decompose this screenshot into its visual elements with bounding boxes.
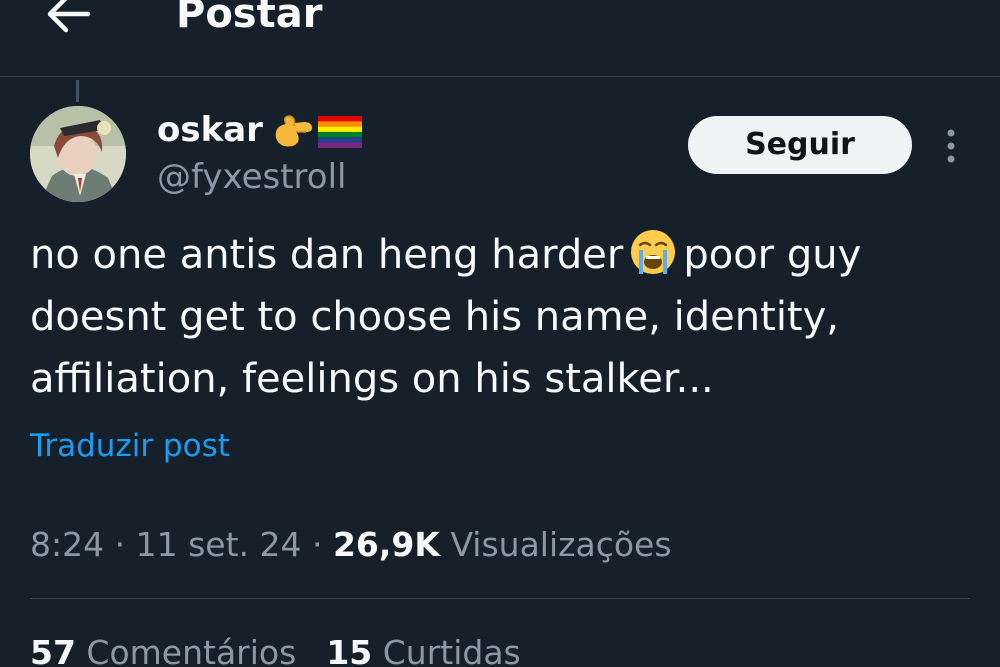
translate-post-link[interactable]: Traduzir post [30, 424, 230, 468]
post-date[interactable]: 11 set. 24 [136, 525, 302, 564]
arrow-left-icon [47, 0, 91, 33]
comments-count: 57 [30, 633, 76, 667]
views-label: Visualizações [439, 525, 672, 564]
views-count: 26,9K [332, 525, 440, 564]
post-text: no one antis dan heng harder poor guy do… [30, 224, 970, 410]
post-text-segment: no one antis dan heng harder [30, 232, 624, 278]
comments-label: Comentários [75, 633, 297, 667]
engagement-stats: 57 Comentários 15 Curtidas [30, 630, 521, 667]
avatar-image [30, 106, 126, 202]
post-text-segment: poor guy [683, 232, 862, 278]
post-metadata: 8:24 · 11 set. 24 · 26,9K Visualizações [30, 522, 672, 568]
separator-dot: · [104, 525, 136, 564]
thread-connector-line [76, 80, 79, 102]
loudly-crying-face-emoji [631, 230, 676, 274]
divider [30, 598, 970, 599]
name-emojis [270, 114, 364, 150]
top-bar: Postar [0, 0, 1000, 77]
page-title: Postar [176, 0, 323, 37]
avatar[interactable] [30, 106, 126, 202]
more-options-button[interactable] [936, 126, 966, 166]
author-handle[interactable]: @fyxestroll [157, 155, 346, 199]
likes-label: Curtidas [372, 633, 521, 667]
comments-stat[interactable]: 57 Comentários [30, 630, 296, 667]
post-text-line-1: no one antis dan heng harder poor guy [30, 224, 970, 286]
post-time[interactable]: 8:24 [30, 525, 104, 564]
author-display-name[interactable]: oskar [157, 108, 263, 152]
separator-dot: · [301, 525, 333, 564]
vertical-ellipsis-icon [947, 129, 955, 163]
pinching-hand-emoji [275, 115, 312, 147]
post-text-line-3: affiliation, feelings on his stalker... [30, 356, 714, 402]
post-text-line-2: doesnt get to choose his name, identity, [30, 294, 840, 340]
follow-button[interactable]: Seguir [688, 116, 912, 174]
back-button[interactable] [46, 0, 92, 34]
rainbow-flag-emoji [318, 116, 362, 148]
likes-count: 15 [326, 633, 373, 667]
likes-stat[interactable]: 15 Curtidas [326, 630, 520, 667]
post-detail-screen: Postar oskar @fyxestroll Seguir no one a… [0, 0, 1000, 667]
